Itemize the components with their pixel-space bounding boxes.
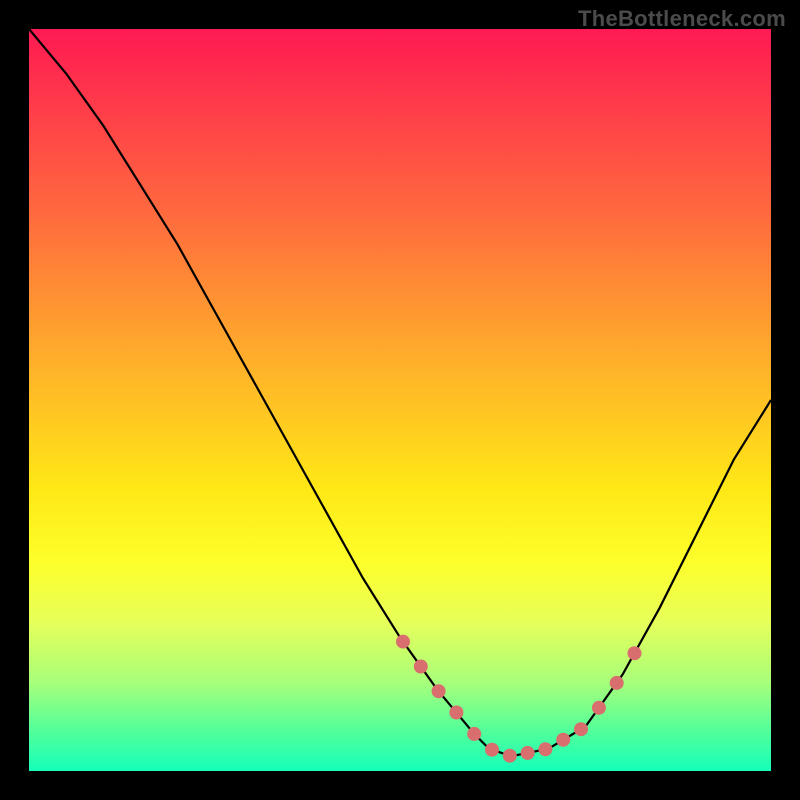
chart-dot bbox=[485, 743, 499, 757]
chart-dot bbox=[592, 701, 606, 715]
chart-dot bbox=[503, 749, 517, 763]
chart-dot bbox=[449, 706, 463, 720]
chart-plot-area bbox=[29, 29, 771, 771]
chart-dot bbox=[432, 684, 446, 698]
chart-dot bbox=[628, 646, 642, 660]
watermark-text: TheBottleneck.com bbox=[578, 6, 786, 32]
chart-dot bbox=[396, 635, 410, 649]
chart-dot bbox=[467, 727, 481, 741]
chart-dot bbox=[414, 660, 428, 674]
chart-dot bbox=[574, 722, 588, 736]
chart-dot bbox=[538, 742, 552, 756]
chart-dot bbox=[556, 733, 570, 747]
chart-dot bbox=[521, 746, 535, 760]
chart-svg bbox=[29, 29, 771, 771]
chart-dot bbox=[610, 676, 624, 690]
